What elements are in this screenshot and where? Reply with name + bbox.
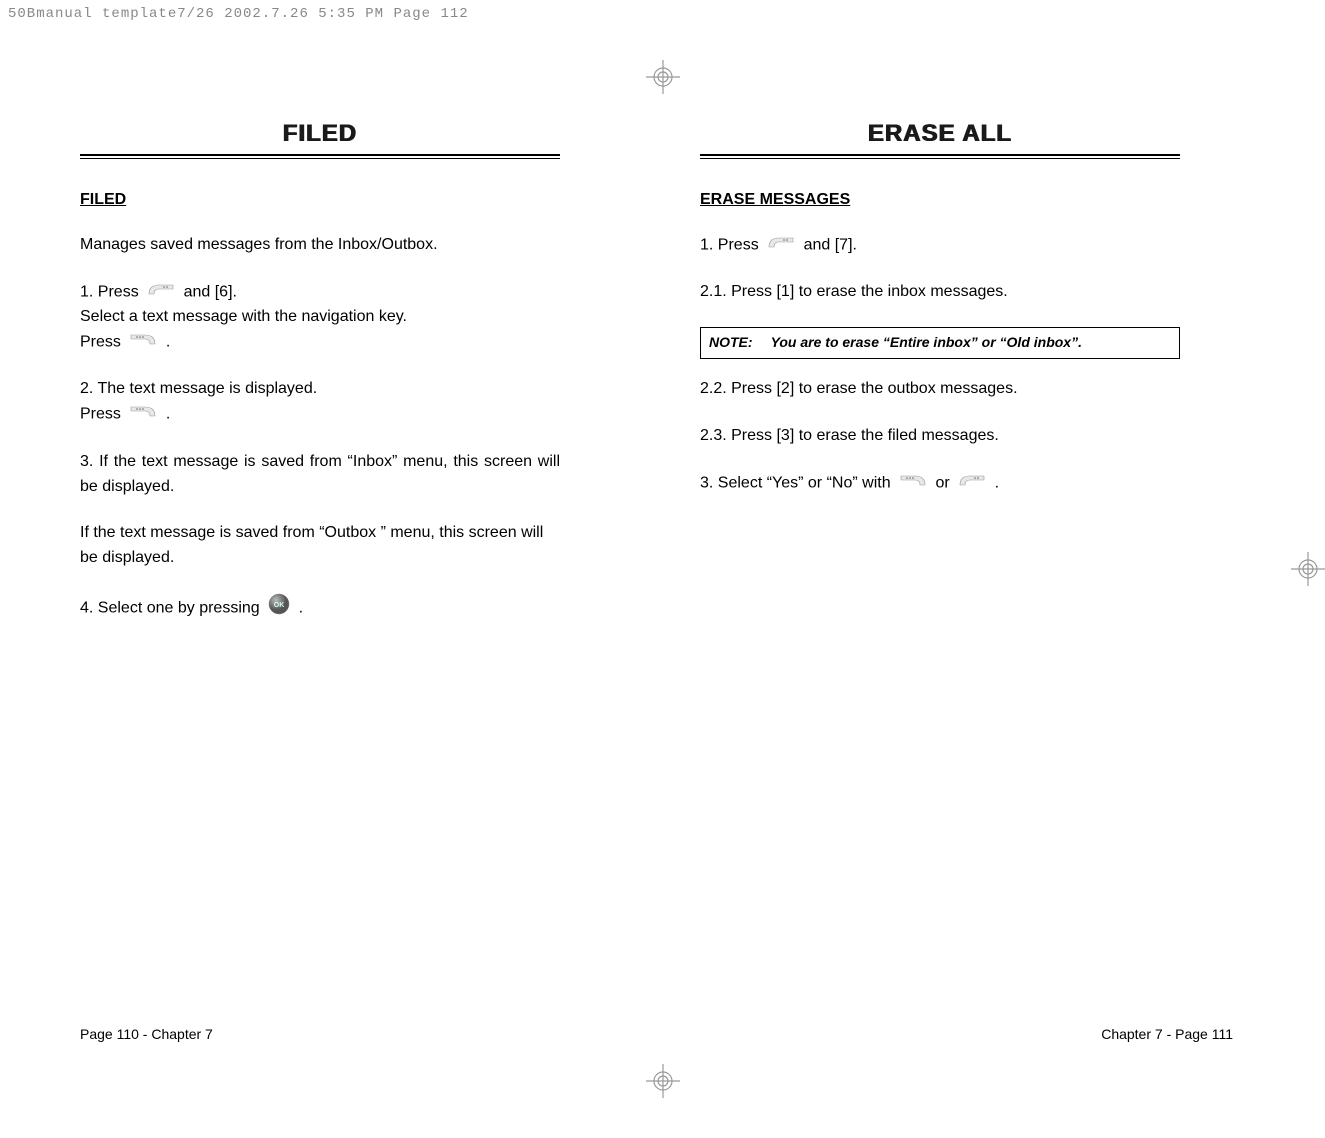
text-fragment: and [6].	[184, 283, 237, 300]
text-fragment: 4. Select one by pressing	[80, 600, 260, 617]
step-3: 3. If the text message is saved from “In…	[80, 450, 560, 500]
soft-right-icon	[147, 280, 175, 305]
step-2-1: 2.1. Press [1] to erase the inbox messag…	[700, 280, 1180, 305]
body-text: Manages saved messages from the Inbox/Ou…	[80, 233, 560, 624]
svg-text:OK: OK	[274, 602, 285, 609]
step-3: 3. Select “Yes” or “No” with or .	[700, 471, 1180, 496]
text-fragment: .	[166, 406, 170, 423]
text-fragment: Press	[80, 334, 121, 351]
step-2-3: 2.3. Press [3] to erase the filed messag…	[700, 424, 1180, 449]
section-heading: ERASE MESSAGES	[700, 191, 1180, 209]
ok-icon: OK	[268, 593, 290, 624]
body-text: 1. Press and [7]. 2.1. Press [1] to eras…	[700, 233, 1180, 496]
soft-left-icon	[899, 471, 927, 496]
text-fragment: 1. Press	[700, 237, 759, 254]
imposition-header: 50Bmanual template7/26 2002.7.26 5:35 PM…	[8, 6, 469, 22]
text-fragment: or	[936, 474, 950, 491]
text-fragment: 3. Select “Yes” or “No” with	[700, 474, 891, 491]
text-fragment: Select a text message with the navigatio…	[80, 308, 407, 325]
note-text: You are to erase “Entire inbox” or “Old …	[771, 332, 1082, 354]
step-4: 4. Select one by pressing OK .	[80, 593, 560, 624]
text-fragment: .	[166, 334, 170, 351]
intro-paragraph: Manages saved messages from the Inbox/Ou…	[80, 233, 560, 258]
soft-left-icon	[129, 402, 157, 427]
page-right: ERASE ALL ERASE MESSAGES 1. Press and [7…	[700, 120, 1180, 646]
section-heading: FILED	[80, 191, 560, 209]
text-fragment: 1. Press	[80, 283, 139, 300]
step-2-2: 2.2. Press [2] to erase the outbox messa…	[700, 377, 1180, 402]
page-footer-left: Page 110 - Chapter 7	[80, 1026, 213, 1042]
soft-right-icon	[958, 471, 986, 496]
page-title: FILED	[80, 120, 560, 154]
registration-mark-icon	[646, 1064, 680, 1098]
text-fragment: .	[299, 600, 303, 617]
step-3b: If the text message is saved from “Outbo…	[80, 521, 560, 571]
note-box: NOTE: You are to erase “Entire inbox” or…	[700, 327, 1180, 359]
page-footer-right: Chapter 7 - Page 111	[1101, 1026, 1233, 1042]
page-spread: FILED FILED Manages saved messages from …	[80, 120, 1305, 646]
text-fragment: 2. The text message is displayed.	[80, 380, 317, 397]
page-title: ERASE ALL	[700, 120, 1180, 154]
step-1: 1. Press and [7].	[700, 233, 1180, 258]
text-fragment: and [7].	[804, 237, 857, 254]
soft-left-icon	[129, 330, 157, 355]
title-underline	[80, 154, 560, 159]
note-label: NOTE:	[709, 332, 753, 354]
step-1: 1. Press and [6]. Select a text message …	[80, 280, 560, 356]
title-underline	[700, 154, 1180, 159]
step-2: 2. The text message is displayed. Press …	[80, 377, 560, 427]
text-fragment: Press	[80, 406, 121, 423]
text-fragment: .	[995, 474, 999, 491]
soft-right-icon	[767, 233, 795, 258]
page-left: FILED FILED Manages saved messages from …	[80, 120, 560, 646]
registration-mark-icon	[646, 60, 680, 94]
